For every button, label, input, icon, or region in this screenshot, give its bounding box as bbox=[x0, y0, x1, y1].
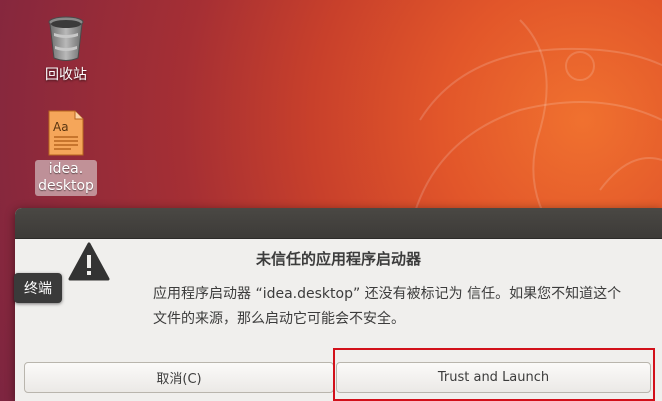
desktop-icon-label: 回收站 bbox=[45, 67, 87, 83]
text-file-icon: Aa bbox=[48, 110, 84, 156]
untrusted-launcher-dialog: 未信任的应用程序启动器 应用程序启动器 “idea.desktop” 还没有被标… bbox=[15, 208, 662, 401]
desktop-icon-idea-desktop[interactable]: Aa idea. desktop bbox=[31, 110, 101, 196]
cancel-button[interactable]: 取消(C) bbox=[24, 362, 334, 393]
highlight-box bbox=[333, 348, 655, 401]
file-glyph: Aa bbox=[53, 120, 69, 134]
dialog-titlebar[interactable] bbox=[15, 208, 662, 239]
trash-icon bbox=[48, 16, 84, 61]
desktop-icon-label: idea. desktop bbox=[35, 160, 97, 196]
launcher-tooltip: 终端 bbox=[14, 273, 62, 303]
dialog-title: 未信任的应用程序启动器 bbox=[255, 250, 421, 268]
desktop-icon-trash[interactable]: 回收站 bbox=[31, 16, 101, 85]
dialog-message: 应用程序启动器 “idea.desktop” 还没有被标记为 信任。如果您不知道… bbox=[153, 286, 622, 327]
